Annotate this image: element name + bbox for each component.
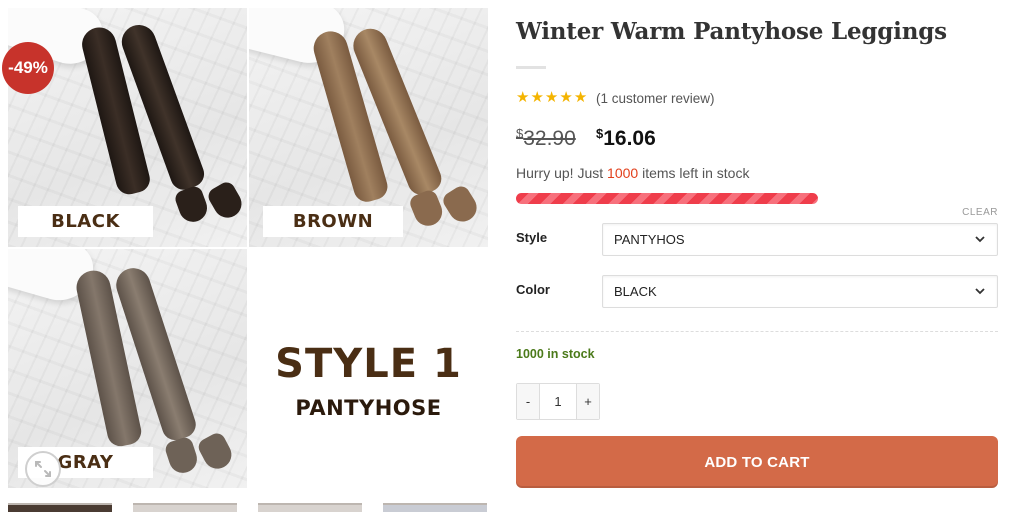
- stock-progress-bar: [516, 193, 818, 204]
- thumbnail[interactable]: [383, 503, 487, 512]
- expand-icon[interactable]: [25, 451, 61, 487]
- star-icon: ★: [559, 89, 573, 106]
- sale-price: $16.06: [596, 126, 656, 150]
- stock-urgency-text: Hurry up! Just 1000 items left in stock: [516, 165, 750, 181]
- color-label: BROWN: [263, 206, 403, 237]
- variation-label-color: Color: [516, 282, 550, 297]
- title-divider: [516, 66, 546, 69]
- star-icon: ★: [516, 89, 530, 106]
- style-select-value: PANTYHOS: [614, 232, 685, 247]
- style-heading: STYLE 1: [275, 341, 462, 387]
- variation-label-style: Style: [516, 230, 548, 245]
- quantity-minus-button[interactable]: -: [517, 384, 539, 419]
- chevron-down-icon: [975, 288, 985, 295]
- color-label: BLACK: [18, 206, 153, 237]
- regular-price: $32.90: [516, 126, 576, 150]
- thumbnail[interactable]: [8, 503, 112, 512]
- gallery-image-black[interactable]: BLACK: [8, 8, 247, 247]
- product-gallery: -49% BLACK BROWN GRAY STYLE 1 PANTYHOSE: [2, 8, 488, 488]
- star-icon: ★: [544, 89, 559, 106]
- quantity-stepper: - 1 +: [516, 383, 600, 420]
- thumbnail-strip: [8, 503, 488, 512]
- stock-count: 1000: [607, 165, 639, 181]
- sale-badge: -49%: [2, 42, 54, 94]
- quantity-plus-button[interactable]: +: [577, 384, 599, 419]
- thumbnail[interactable]: [258, 503, 362, 512]
- star-rating: ★ ★ ★ ★ ★: [516, 90, 587, 106]
- review-link[interactable]: (1 customer review): [596, 91, 715, 106]
- color-select[interactable]: BLACK: [602, 275, 998, 308]
- clear-variations-link[interactable]: CLEAR: [962, 207, 998, 218]
- thumbnail[interactable]: [133, 503, 237, 512]
- style-select[interactable]: PANTYHOS: [602, 223, 998, 256]
- style-subheading: PANTYHOSE: [295, 396, 442, 420]
- quantity-input[interactable]: 1: [539, 384, 577, 419]
- add-to-cart-button[interactable]: ADD TO CART: [516, 436, 998, 488]
- gallery-image-style[interactable]: STYLE 1 PANTYHOSE: [249, 249, 488, 488]
- gallery-image-brown[interactable]: BROWN: [249, 8, 488, 247]
- divider: [516, 331, 998, 332]
- color-select-value: BLACK: [614, 284, 657, 299]
- product-summary: Winter Warm Pantyhose Leggings ★ ★ ★ ★ ★…: [516, 0, 998, 512]
- star-icon: ★: [573, 89, 588, 106]
- star-icon: ★: [530, 89, 544, 106]
- chevron-down-icon: [975, 236, 985, 243]
- stock-status: 1000 in stock: [516, 347, 595, 361]
- product-title: Winter Warm Pantyhose Leggings: [516, 18, 947, 45]
